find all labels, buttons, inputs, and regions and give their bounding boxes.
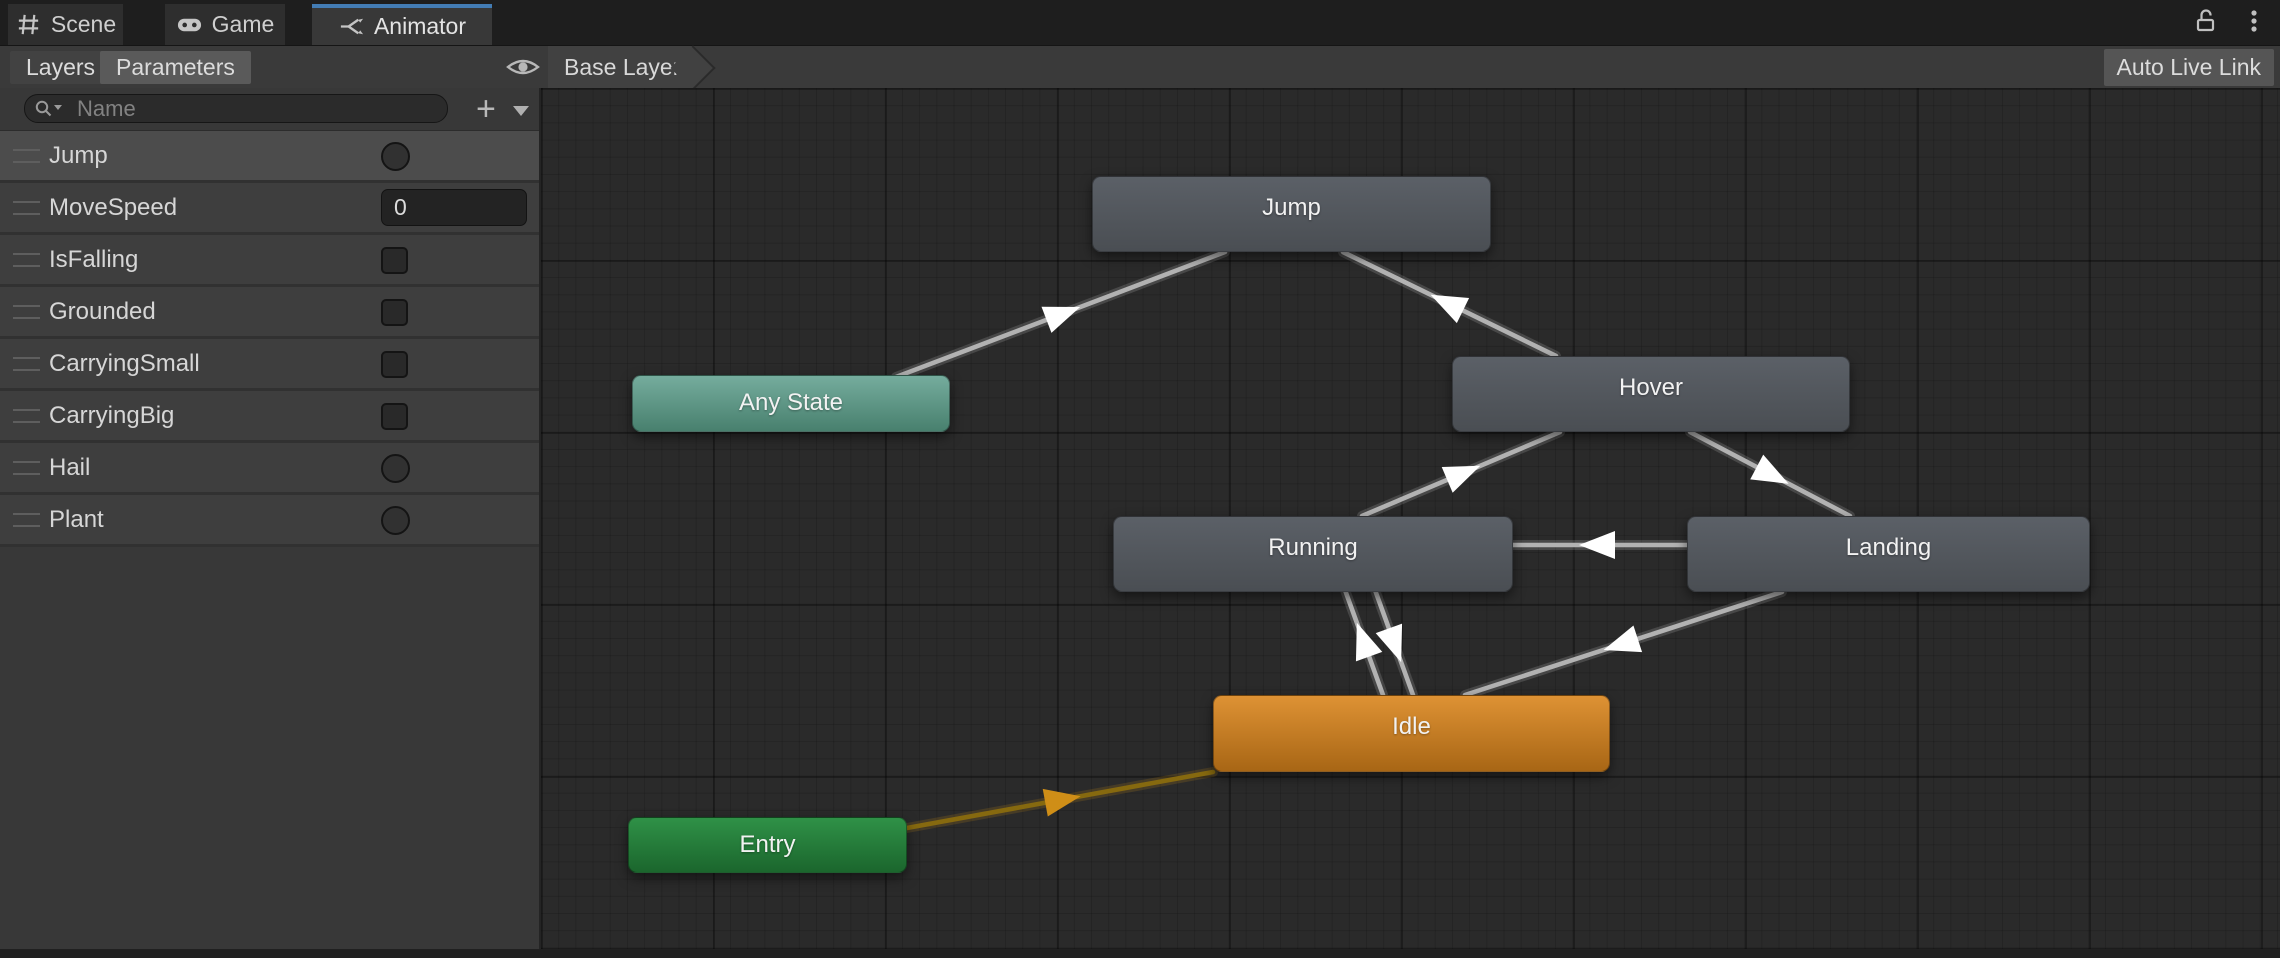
drag-handle-icon[interactable] xyxy=(13,357,40,371)
add-parameter-dropdown-icon[interactable] xyxy=(513,106,529,116)
bool-checkbox[interactable] xyxy=(381,351,408,378)
lock-open-icon[interactable] xyxy=(2192,7,2220,40)
state-node-running[interactable]: Running xyxy=(1113,516,1513,592)
state-node-label: Jump xyxy=(1093,194,1490,222)
drag-handle-icon[interactable] xyxy=(13,305,40,319)
search-input[interactable] xyxy=(24,94,448,123)
parameters-tab-button[interactable]: Parameters xyxy=(100,51,251,84)
state-node-hover[interactable]: Hover xyxy=(1452,356,1850,432)
tab-scene[interactable]: Scene xyxy=(8,4,123,45)
drag-handle-icon[interactable] xyxy=(13,253,40,267)
drag-handle-icon[interactable] xyxy=(13,409,40,423)
parameter-row-isfalling[interactable]: IsFalling xyxy=(0,235,539,287)
breadcrumb-base-layer[interactable]: Base Layer xyxy=(548,46,694,88)
state-node-label: Entry xyxy=(629,831,906,859)
drag-handle-icon[interactable] xyxy=(13,461,40,475)
state-node-label: Running xyxy=(1114,534,1512,562)
transition-arrowhead[interactable] xyxy=(1424,282,1469,323)
add-parameter-button[interactable]: + xyxy=(476,88,496,130)
parameter-name: Jump xyxy=(49,142,108,170)
bool-checkbox[interactable] xyxy=(381,403,408,430)
tab-label: Game xyxy=(212,11,275,38)
kebab-menu-icon[interactable] xyxy=(2240,7,2268,40)
tab-bar: Scene Game Animator xyxy=(0,0,2280,46)
parameter-name: Hail xyxy=(49,454,90,482)
parameter-name: Plant xyxy=(49,506,104,534)
trigger-radio[interactable] xyxy=(381,454,410,483)
gamepad-icon xyxy=(176,11,203,38)
float-value-field[interactable]: 0 xyxy=(381,189,527,226)
drag-handle-icon[interactable] xyxy=(13,513,40,527)
bool-checkbox[interactable] xyxy=(381,247,408,274)
parameter-list: Jump MoveSpeed 0 IsFalling Grounded CarryingS… xyxy=(0,131,539,547)
parameter-name: IsFalling xyxy=(49,246,138,274)
animator-icon xyxy=(338,13,365,40)
tab-label: Scene xyxy=(51,11,116,38)
transition-arrowhead[interactable] xyxy=(1344,618,1383,661)
transition-arrowhead[interactable] xyxy=(1442,453,1486,493)
auto-live-link-button[interactable]: Auto Live Link xyxy=(2104,49,2274,86)
state-node-label: Any State xyxy=(633,389,949,417)
state-node-idle[interactable]: Idle xyxy=(1213,695,1610,772)
tab-game[interactable]: Game xyxy=(165,4,285,45)
grid-icon xyxy=(15,11,42,38)
parameter-name: Grounded xyxy=(49,298,156,326)
parameter-name: CarryingBig xyxy=(49,402,174,430)
layers-tab-button[interactable]: Layers xyxy=(10,51,111,84)
parameter-row-carryingbig[interactable]: CarryingBig xyxy=(0,391,539,443)
eye-icon[interactable] xyxy=(506,55,540,84)
transition-arrowhead[interactable] xyxy=(1376,624,1415,667)
parameter-row-carryingsmall[interactable]: CarryingSmall xyxy=(0,339,539,391)
state-node-label: Hover xyxy=(1453,374,1849,402)
drag-handle-icon[interactable] xyxy=(13,149,40,163)
drag-handle-icon[interactable] xyxy=(13,201,40,215)
state-machine-graph[interactable]: Jump Any State Hover Running Landing Idle Entr… xyxy=(541,88,2280,958)
state-node-landing[interactable]: Landing xyxy=(1687,516,2090,592)
transition-arrowhead[interactable] xyxy=(1042,294,1086,333)
state-node-any-state[interactable]: Any State xyxy=(632,375,950,432)
trigger-radio[interactable] xyxy=(381,142,410,171)
parameter-row-grounded[interactable]: Grounded xyxy=(0,287,539,339)
bool-checkbox[interactable] xyxy=(381,299,408,326)
trigger-radio[interactable] xyxy=(381,506,410,535)
window-controls xyxy=(2192,7,2268,40)
tab-label: Animator xyxy=(374,13,466,40)
parameter-row-movespeed[interactable]: MoveSpeed 0 xyxy=(0,183,539,235)
toolbar: Layers Parameters Base Layer Auto Live L… xyxy=(0,46,2280,89)
parameter-search-row: + xyxy=(0,88,539,131)
transition-arrowhead[interactable] xyxy=(1579,531,1615,559)
state-node-jump[interactable]: Jump xyxy=(1092,176,1491,252)
parameter-name: CarryingSmall xyxy=(49,350,200,378)
animator-window: Scene Game Animator Layers Parameters xyxy=(0,0,2280,958)
tab-animator[interactable]: Animator xyxy=(312,4,492,45)
window-bottom-edge xyxy=(0,949,2280,958)
parameters-panel: + Jump MoveSpeed 0 IsFalling Grounded Carryin… xyxy=(0,88,541,958)
parameter-name: MoveSpeed xyxy=(49,194,177,222)
state-node-label: Landing xyxy=(1688,534,2089,562)
parameter-row-jump[interactable]: Jump xyxy=(0,131,539,183)
state-node-label: Idle xyxy=(1214,713,1609,741)
parameter-row-hail[interactable]: Hail xyxy=(0,443,539,495)
parameter-row-plant[interactable]: Plant xyxy=(0,495,539,547)
state-node-entry[interactable]: Entry xyxy=(628,817,907,873)
transition-arrowhead[interactable] xyxy=(1750,455,1795,497)
